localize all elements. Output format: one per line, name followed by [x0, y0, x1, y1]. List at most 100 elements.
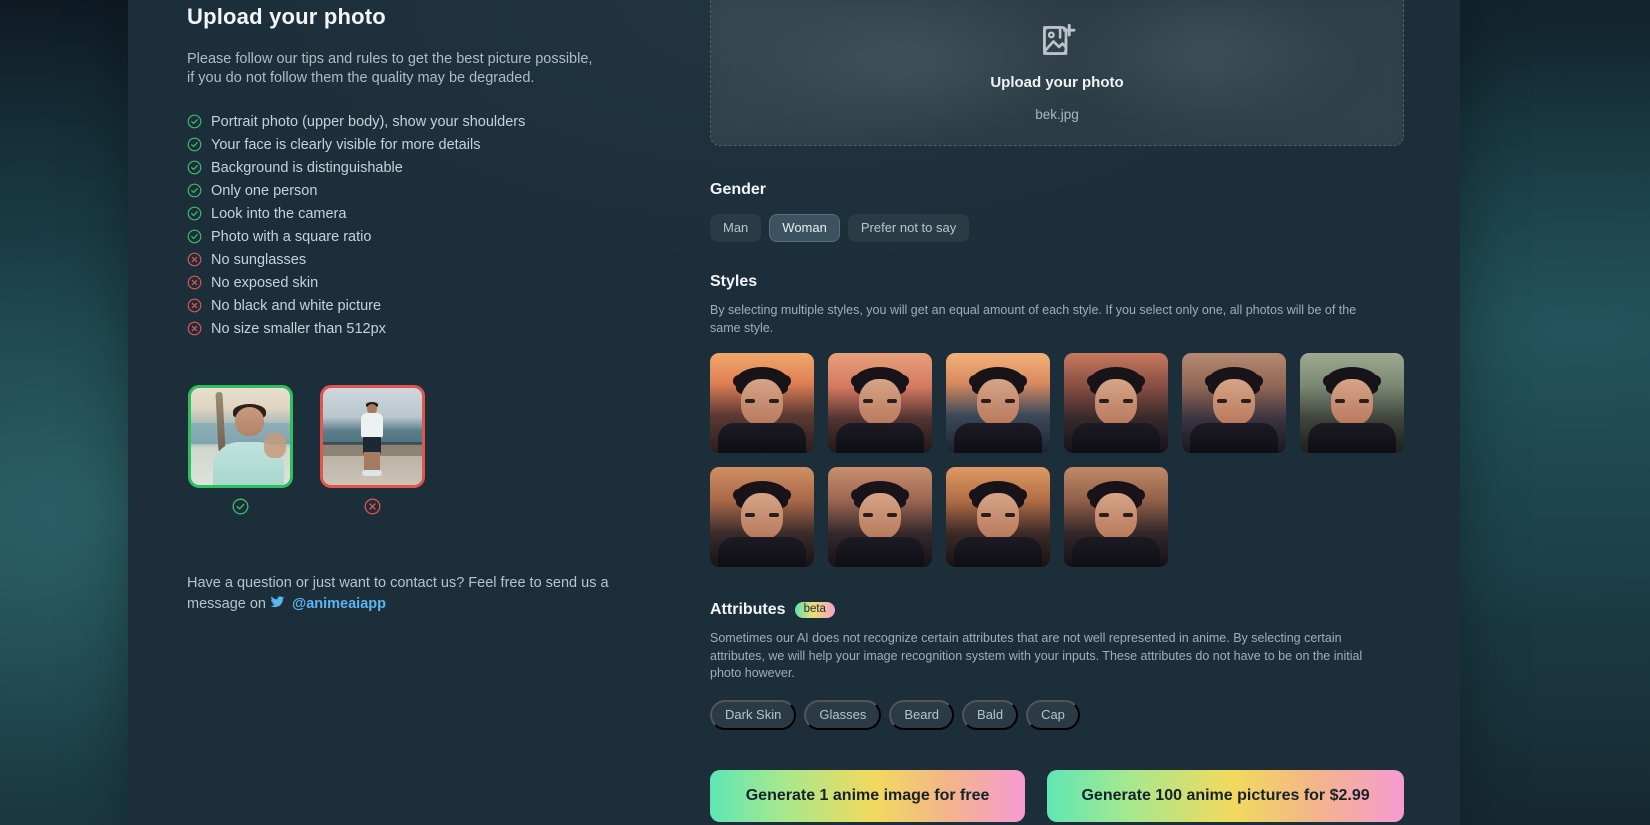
contact-text: Have a question or just want to contact …: [187, 575, 609, 612]
example-good: [188, 385, 293, 515]
style-torso: [1072, 423, 1160, 453]
style-eyes: [1335, 399, 1369, 404]
style-thumbnail-7[interactable]: [710, 467, 814, 567]
rule-label: Photo with a square ratio: [211, 228, 372, 245]
gender-option-man[interactable]: Man: [710, 214, 762, 242]
style-eyes: [1099, 399, 1133, 404]
style-thumbnail-1[interactable]: [710, 353, 814, 453]
style-eyes: [1217, 399, 1251, 404]
style-torso: [718, 423, 806, 453]
rule-item: Look into the camera: [187, 202, 686, 225]
style-thumbnail-8[interactable]: [828, 467, 932, 567]
cross-circle-icon: [364, 498, 381, 515]
rule-label: Portrait photo (upper body), show your s…: [211, 113, 526, 130]
attribute-chip-cap[interactable]: Cap: [1026, 699, 1080, 730]
check-circle-icon: [187, 137, 202, 152]
cross-circle-icon: [187, 298, 202, 313]
check-circle-icon: [187, 114, 202, 129]
styles-title: Styles: [710, 273, 758, 290]
attribute-chip-dark-skin[interactable]: Dark Skin: [710, 699, 797, 730]
rules-list: Portrait photo (upper body), show your s…: [187, 110, 686, 340]
rule-label: Only one person: [211, 182, 318, 199]
style-torso: [1308, 423, 1396, 453]
style-thumbnail-10[interactable]: [1064, 467, 1168, 567]
style-eyes: [1099, 513, 1133, 518]
dropzone-title: Upload your photo: [990, 73, 1124, 91]
style-thumbnail-4[interactable]: [1064, 353, 1168, 453]
styles-description: By selecting multiple styles, you will g…: [710, 303, 1357, 335]
check-circle-icon: [232, 498, 249, 515]
rule-item: No size smaller than 512px: [187, 317, 686, 340]
twitter-handle-link[interactable]: @animeaiapp: [292, 596, 386, 612]
rule-item: Background is distinguishable: [187, 156, 686, 179]
gender-title: Gender: [710, 181, 767, 198]
tips-column: Upload your photo Please follow our tips…: [128, 0, 710, 825]
example-bad-thumbnail: [320, 385, 425, 488]
bad-photo-illustration: [323, 388, 422, 485]
gender-section: Gender Man Woman Prefer not to say: [710, 181, 1404, 242]
example-photos: [187, 385, 686, 515]
rule-label: No sunglasses: [211, 251, 307, 268]
cta-row: Generate 1 anime image for free Generate…: [710, 769, 1404, 822]
attribute-chip-bald[interactable]: Bald: [962, 699, 1019, 730]
style-torso: [1190, 423, 1278, 453]
example-good-thumbnail: [188, 385, 293, 488]
gender-option-prefer-not-to-say[interactable]: Prefer not to say: [847, 214, 970, 242]
check-circle-icon: [187, 160, 202, 175]
check-circle-icon: [187, 229, 202, 244]
rule-item: No exposed skin: [187, 271, 686, 294]
styles-grid: [710, 353, 1404, 567]
style-eyes: [981, 513, 1015, 518]
rule-label: Look into the camera: [211, 205, 347, 222]
style-torso: [836, 423, 924, 453]
upload-dropzone[interactable]: Upload your photo bek.jpg: [710, 0, 1404, 146]
rule-item: Photo with a square ratio: [187, 225, 686, 248]
uploaded-filename: bek.jpg: [1035, 106, 1079, 122]
gender-option-woman[interactable]: Woman: [769, 214, 840, 242]
rule-label: No black and white picture: [211, 297, 382, 314]
example-good-status: [188, 498, 293, 515]
contact-line: Have a question or just want to contact …: [187, 573, 657, 615]
example-bad-status: [320, 498, 425, 515]
twitter-icon: [270, 596, 285, 608]
example-bad: [320, 385, 425, 515]
generate-free-button[interactable]: Generate 1 anime image for free: [710, 769, 1026, 822]
image-add-icon: [1042, 23, 1075, 55]
attribute-chips: Dark Skin Glasses Beard Bald Cap: [710, 699, 1404, 730]
style-torso: [954, 423, 1042, 453]
style-thumbnail-2[interactable]: [828, 353, 932, 453]
style-torso: [718, 537, 806, 567]
attribute-chip-glasses[interactable]: Glasses: [804, 699, 882, 730]
rule-label: Your face is clearly visible for more de…: [211, 136, 481, 153]
attribute-chip-beard[interactable]: Beard: [889, 699, 955, 730]
attributes-title-label: Attributes: [710, 601, 786, 618]
rule-label: No size smaller than 512px: [211, 320, 386, 337]
good-photo-illustration: [191, 388, 290, 485]
intro-paragraph: Please follow our tips and rules to get …: [187, 51, 593, 86]
gender-options: Man Woman Prefer not to say: [710, 214, 1404, 242]
attributes-description: Sometimes our AI does not recognize cert…: [710, 631, 1363, 680]
rule-label: No exposed skin: [211, 274, 319, 291]
style-eyes: [863, 399, 897, 404]
form-column: Upload your photo bek.jpg Gender Man Woma…: [710, 0, 1460, 825]
style-eyes: [745, 513, 779, 518]
style-eyes: [745, 399, 779, 404]
style-thumbnail-6[interactable]: [1300, 353, 1404, 453]
rule-item: Your face is clearly visible for more de…: [187, 133, 686, 156]
page-title: Upload your photo: [187, 4, 386, 29]
check-circle-icon: [187, 206, 202, 221]
style-thumbnail-5[interactable]: [1182, 353, 1286, 453]
cross-circle-icon: [187, 275, 202, 290]
beta-badge: beta: [794, 601, 835, 619]
rule-item: Portrait photo (upper body), show your s…: [187, 110, 686, 133]
style-eyes: [981, 399, 1015, 404]
generate-paid-button[interactable]: Generate 100 anime pictures for $2.99: [1047, 769, 1404, 822]
attributes-title: Attributes beta: [710, 601, 1404, 619]
style-torso: [1072, 537, 1160, 567]
style-thumbnail-3[interactable]: [946, 353, 1050, 453]
rule-item: No black and white picture: [187, 294, 686, 317]
cross-circle-icon: [187, 252, 202, 267]
style-thumbnail-9[interactable]: [946, 467, 1050, 567]
upload-modal-panel: Upload your photo Please follow our tips…: [128, 0, 1460, 825]
attributes-section: Attributes beta Sometimes our AI does no…: [710, 601, 1404, 730]
